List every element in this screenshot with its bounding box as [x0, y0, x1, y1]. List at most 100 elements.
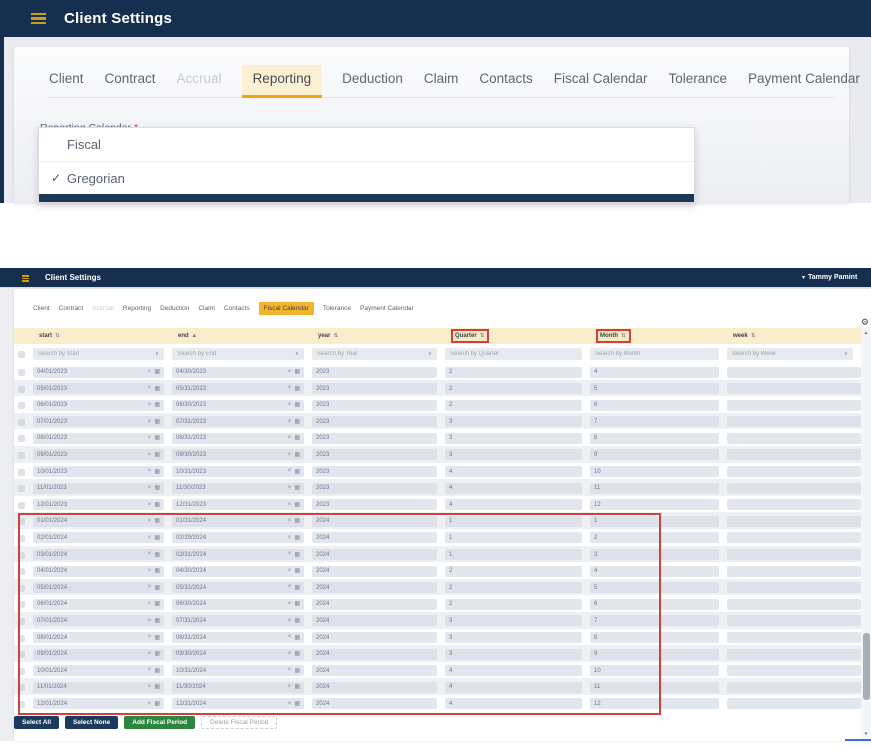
select-all-button[interactable]: Select All — [14, 716, 59, 729]
tab-deduction[interactable]: Deduction — [160, 305, 189, 312]
start-date-input[interactable]: 12/01/2023×▦ — [33, 499, 164, 510]
end-date-input[interactable]: 09/30/2023×▦ — [172, 449, 304, 460]
clear-icon[interactable]: × — [148, 385, 152, 392]
table-row[interactable]: 01/01/2024×▦01/31/2024×▦202411 — [14, 512, 861, 529]
week-input[interactable] — [727, 383, 861, 394]
calendar-icon[interactable]: ▦ — [294, 485, 300, 491]
year-input[interactable]: 2023 — [312, 483, 437, 494]
row-checkbox[interactable] — [18, 419, 25, 426]
calendar-icon[interactable]: ▦ — [154, 402, 160, 408]
year-input[interactable]: 2023 — [312, 433, 437, 444]
calendar-icon[interactable]: ▦ — [294, 369, 300, 375]
quarter-input[interactable]: 1 — [445, 532, 582, 543]
month-input[interactable]: 1 — [590, 516, 719, 527]
filter-input-start[interactable]: Search by Start∨ — [33, 348, 164, 360]
tab-payment-calendar[interactable]: Payment Calendar — [747, 65, 861, 97]
clear-icon[interactable]: × — [148, 634, 152, 641]
week-input[interactable] — [727, 400, 861, 411]
clear-icon[interactable]: × — [288, 584, 292, 591]
scroll-up-icon[interactable]: ▴ — [861, 330, 871, 336]
clear-icon[interactable]: × — [148, 667, 152, 674]
calendar-icon[interactable]: ▦ — [154, 386, 160, 392]
tab-tolerance[interactable]: Tolerance — [323, 305, 351, 312]
calendar-icon[interactable]: ▦ — [294, 386, 300, 392]
tab-fiscal-calendar[interactable]: Fiscal Calendar — [553, 65, 649, 97]
filter-input-month[interactable]: Search by Month — [590, 348, 719, 360]
chevron-down-icon[interactable]: ∨ — [295, 351, 299, 357]
quarter-input[interactable]: 1 — [445, 549, 582, 560]
clear-icon[interactable]: × — [288, 419, 292, 426]
calendar-icon[interactable]: ▦ — [294, 585, 300, 591]
calendar-icon[interactable]: ▦ — [154, 518, 160, 524]
end-date-input[interactable]: 03/31/2024×▦ — [172, 549, 304, 560]
row-checkbox[interactable] — [18, 452, 25, 459]
table-row[interactable]: 04/01/2023×▦04/30/2023×▦202324 — [14, 363, 861, 380]
vertical-scrollbar[interactable]: ▴ ▾ — [861, 328, 871, 739]
clear-icon[interactable]: × — [288, 402, 292, 409]
start-date-input[interactable]: 10/01/2023×▦ — [33, 466, 164, 477]
end-date-input[interactable]: 12/31/2023×▦ — [172, 499, 304, 510]
table-row[interactable]: 03/01/2024×▦03/31/2024×▦202413 — [14, 546, 861, 563]
sort-icon[interactable]: ▲ — [192, 333, 197, 339]
chevron-down-icon[interactable]: ∨ — [428, 351, 432, 357]
week-input[interactable] — [727, 433, 861, 444]
table-row[interactable]: 10/01/2023×▦10/31/2023×▦2023410 — [14, 463, 861, 480]
week-input[interactable] — [727, 566, 861, 577]
start-date-input[interactable]: 06/01/2024×▦ — [33, 599, 164, 610]
tab-claim[interactable]: Claim — [198, 305, 215, 312]
start-date-input[interactable]: 07/01/2023×▦ — [33, 416, 164, 427]
tab-client[interactable]: Client — [33, 305, 50, 312]
row-checkbox[interactable] — [18, 469, 25, 476]
end-date-input[interactable]: 04/30/2023×▦ — [172, 367, 304, 378]
clear-icon[interactable]: × — [148, 701, 152, 708]
month-input[interactable]: 10 — [590, 466, 719, 477]
row-checkbox[interactable] — [18, 485, 25, 492]
year-input[interactable]: 2024 — [312, 566, 437, 577]
clear-icon[interactable]: × — [288, 568, 292, 575]
quarter-input[interactable]: 2 — [445, 367, 582, 378]
calendar-icon[interactable]: ▦ — [294, 502, 300, 508]
calendar-icon[interactable]: ▦ — [294, 635, 300, 641]
table-row[interactable]: 12/01/2024×▦12/31/2024×▦2024412 — [14, 695, 861, 712]
calendar-icon[interactable]: ▦ — [154, 684, 160, 690]
tab-reporting[interactable]: Reporting — [123, 305, 151, 312]
month-input[interactable]: 4 — [590, 566, 719, 577]
week-input[interactable] — [727, 466, 861, 477]
month-input[interactable]: 10 — [590, 665, 719, 676]
scroll-down-icon[interactable]: ▾ — [861, 731, 871, 737]
row-checkbox[interactable] — [18, 701, 25, 708]
row-checkbox[interactable] — [18, 518, 25, 525]
row-checkbox[interactable] — [18, 635, 25, 642]
end-date-input[interactable]: 11/30/2024×▦ — [172, 682, 304, 693]
start-date-input[interactable]: 11/01/2024×▦ — [33, 682, 164, 693]
end-date-input[interactable]: 11/30/2023×▦ — [172, 483, 304, 494]
week-input[interactable] — [727, 682, 861, 693]
year-input[interactable]: 2023 — [312, 449, 437, 460]
quarter-input[interactable]: 2 — [445, 566, 582, 577]
table-row[interactable]: 06/01/2023×▦06/30/2023×▦202326 — [14, 396, 861, 413]
end-date-input[interactable]: 06/30/2023×▦ — [172, 400, 304, 411]
month-input[interactable]: 8 — [590, 433, 719, 444]
clear-icon[interactable]: × — [288, 518, 292, 525]
week-input[interactable] — [727, 698, 861, 709]
end-date-input[interactable]: 07/31/2023×▦ — [172, 416, 304, 427]
clear-icon[interactable]: × — [288, 634, 292, 641]
end-date-input[interactable]: 07/31/2024×▦ — [172, 615, 304, 626]
start-date-input[interactable]: 05/01/2023×▦ — [33, 383, 164, 394]
year-input[interactable]: 2024 — [312, 682, 437, 693]
calendar-icon[interactable]: ▦ — [294, 684, 300, 690]
row-checkbox[interactable] — [18, 568, 25, 575]
end-date-input[interactable]: 05/31/2024×▦ — [172, 582, 304, 593]
end-date-input[interactable]: 05/31/2023×▦ — [172, 383, 304, 394]
row-checkbox[interactable] — [18, 684, 25, 691]
calendar-icon[interactable]: ▦ — [294, 651, 300, 657]
column-header-end[interactable]: end▲ — [172, 333, 312, 339]
calendar-icon[interactable]: ▦ — [294, 402, 300, 408]
year-input[interactable]: 2023 — [312, 383, 437, 394]
year-input[interactable]: 2024 — [312, 698, 437, 709]
clear-icon[interactable]: × — [288, 701, 292, 708]
clear-icon[interactable]: × — [288, 369, 292, 376]
week-input[interactable] — [727, 367, 861, 378]
user-menu[interactable]: ▾Tammy Pamint — [802, 274, 857, 281]
calendar-icon[interactable]: ▦ — [294, 618, 300, 624]
